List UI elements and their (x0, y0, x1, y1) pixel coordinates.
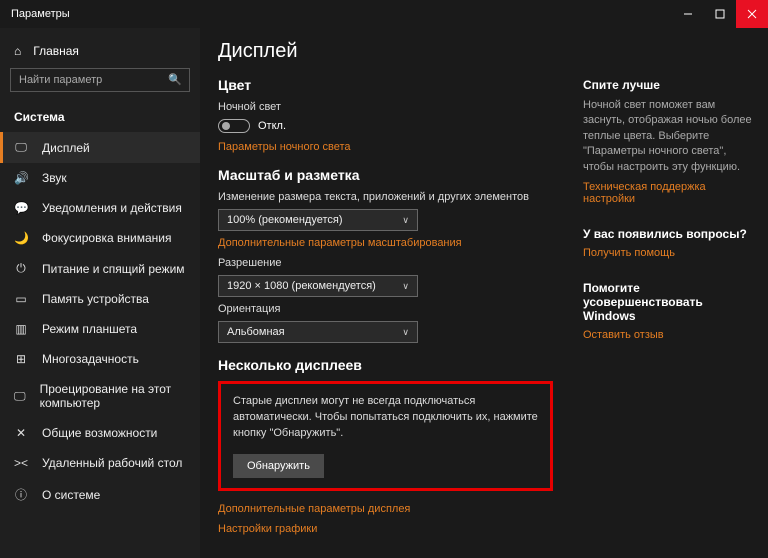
projecting-icon: 🖵 (14, 389, 26, 404)
advanced-scaling-link[interactable]: Дополнительные параметры масштабирования (218, 237, 557, 249)
detect-button[interactable]: Обнаружить (233, 454, 324, 478)
sidebar-item-label: Питание и спящий режим (42, 262, 185, 276)
sidebar-item-label: Уведомления и действия (42, 201, 182, 215)
maximize-button[interactable] (704, 0, 736, 28)
scale-value: 100% (рекомендуется) (227, 214, 342, 226)
scale-label: Изменение размера текста, приложений и д… (218, 191, 557, 203)
section-multi-heading: Несколько дисплеев (218, 357, 557, 373)
orientation-label: Ориентация (218, 303, 557, 315)
sidebar-item-storage[interactable]: ▭ Память устройства (0, 284, 200, 314)
right-pane: Спите лучше Ночной свет поможет вам засн… (573, 28, 768, 558)
multitasking-icon: ⊞ (14, 352, 28, 366)
questions-heading: У вас появились вопросы? (583, 227, 754, 241)
section-color-heading: Цвет (218, 77, 557, 93)
sidebar-item-projecting[interactable]: 🖵 Проецирование на этот компьютер (0, 374, 200, 418)
sidebar-item-label: Звук (42, 171, 67, 185)
storage-icon: ▭ (14, 292, 28, 306)
sidebar-item-label: Удаленный рабочий стол (42, 456, 182, 470)
tip-sleep-link[interactable]: Техническая поддержка настройки (583, 181, 754, 205)
sidebar-item-label: О системе (42, 488, 100, 502)
search-icon: 🔍 (168, 73, 182, 86)
sidebar-item-multitasking[interactable]: ⊞ Многозадачность (0, 344, 200, 374)
sidebar-item-remote[interactable]: >< Удаленный рабочий стол (0, 448, 200, 478)
page-title: Дисплей (218, 40, 557, 63)
sidebar-item-label: Режим планшета (42, 322, 137, 336)
sidebar-item-sound[interactable]: 🔊 Звук (0, 163, 200, 193)
scale-select[interactable]: 100% (рекомендуется) ∨ (218, 209, 418, 231)
sidebar-item-display[interactable]: 🖵 Дисплей (0, 132, 200, 163)
focus-icon: 🌙 (14, 231, 28, 245)
sidebar-item-label: Общие возможности (42, 426, 157, 440)
display-icon: 🖵 (14, 140, 28, 155)
home-icon: ⌂ (14, 44, 21, 58)
get-help-link[interactable]: Получить помощь (583, 247, 754, 259)
main-content: Дисплей Цвет Ночной свет Откл. Параметры… (200, 28, 573, 558)
home-link[interactable]: ⌂ Главная (0, 38, 200, 68)
notifications-icon: 💬 (14, 201, 28, 215)
chevron-down-icon: ∨ (402, 215, 409, 226)
chevron-down-icon: ∨ (402, 327, 409, 338)
tip-sleep-heading: Спите лучше (583, 78, 754, 92)
feedback-heading: Помогите усовершенствовать Windows (583, 281, 754, 323)
detect-highlight-box: Старые дисплеи могут не всегда подключат… (218, 381, 553, 491)
titlebar: Параметры (0, 0, 768, 28)
resolution-value: 1920 × 1080 (рекомендуется) (227, 280, 376, 292)
minimize-button[interactable] (672, 0, 704, 28)
sidebar-item-label: Многозадачность (42, 352, 139, 366)
power-icon: ⏻ (14, 261, 28, 276)
chevron-down-icon: ∨ (402, 281, 409, 292)
orientation-select[interactable]: Альбомная ∨ (218, 321, 418, 343)
detect-text: Старые дисплеи могут не всегда подключат… (233, 394, 538, 442)
remote-icon: >< (14, 456, 28, 470)
sidebar-item-label: Фокусировка внимания (42, 231, 171, 245)
search-input[interactable] (10, 68, 190, 92)
sidebar: ⌂ Главная 🔍 Система 🖵 Дисплей 🔊 Звук 💬 Уведом… (0, 28, 200, 558)
graphics-settings-link[interactable]: Настройки графики (218, 523, 557, 535)
sidebar-item-label: Дисплей (42, 141, 90, 155)
shared-icon: ✕ (14, 426, 28, 440)
night-light-settings-link[interactable]: Параметры ночного света (218, 141, 557, 153)
tip-sleep-text: Ночной свет поможет вам заснуть, отображ… (583, 98, 754, 175)
sidebar-item-shared[interactable]: ✕ Общие возможности (0, 418, 200, 448)
about-icon: ⓘ (14, 486, 28, 503)
tablet-icon: ▥ (14, 322, 28, 336)
resolution-select[interactable]: 1920 × 1080 (рекомендуется) ∨ (218, 275, 418, 297)
advanced-display-link[interactable]: Дополнительные параметры дисплея (218, 503, 557, 515)
section-scale-heading: Масштаб и разметка (218, 167, 557, 183)
home-label: Главная (33, 44, 79, 58)
sidebar-item-focus[interactable]: 🌙 Фокусировка внимания (0, 223, 200, 253)
night-light-label: Ночной свет (218, 101, 557, 113)
nav-list: 🖵 Дисплей 🔊 Звук 💬 Уведомления и действия 🌙 Фок… (0, 132, 200, 511)
night-light-toggle[interactable] (218, 119, 250, 133)
night-light-state: Откл. (258, 120, 286, 132)
sidebar-item-label: Проецирование на этот компьютер (40, 382, 186, 410)
sidebar-item-label: Память устройства (42, 292, 149, 306)
sidebar-item-power[interactable]: ⏻ Питание и спящий режим (0, 253, 200, 284)
resolution-label: Разрешение (218, 257, 557, 269)
close-button[interactable] (736, 0, 768, 28)
section-label: Система (0, 104, 200, 132)
feedback-link[interactable]: Оставить отзыв (583, 329, 754, 341)
sound-icon: 🔊 (14, 171, 28, 185)
orientation-value: Альбомная (227, 326, 285, 338)
sidebar-item-tablet[interactable]: ▥ Режим планшета (0, 314, 200, 344)
window-title: Параметры (0, 8, 70, 20)
sidebar-item-about[interactable]: ⓘ О системе (0, 478, 200, 511)
sidebar-item-notifications[interactable]: 💬 Уведомления и действия (0, 193, 200, 223)
